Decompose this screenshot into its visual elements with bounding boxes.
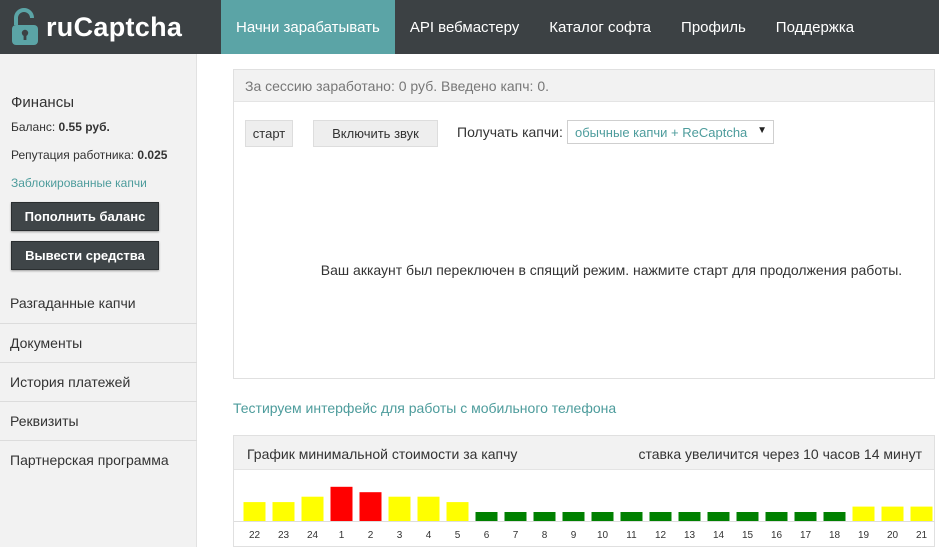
- sidebar-item-partner-program[interactable]: Партнерская программа: [0, 440, 197, 498]
- captcha-type-label: Получать капчи:: [457, 124, 563, 140]
- reputation-value: 0.025: [137, 148, 168, 162]
- withdraw-funds-button[interactable]: Вывести средства: [11, 241, 159, 270]
- chart-bar: [678, 512, 701, 521]
- chart-tick-label: 21: [916, 530, 928, 541]
- chart-bar: [852, 506, 875, 521]
- chart-bar: [649, 512, 672, 521]
- price-bar-chart: 22 23 24 1 2 3 4 5 6 7 8 9 10 11 12 13 14 15 16 17 18 19 20 21: [234, 486, 934, 541]
- chart-tick-label: 7: [513, 530, 519, 541]
- price-chart-panel: График минимальной стоимости за капчу ст…: [233, 435, 935, 547]
- nav-software-catalog[interactable]: Каталог софта: [534, 0, 666, 54]
- chart-tick-label: 15: [742, 530, 754, 541]
- chart-bar: [591, 512, 614, 521]
- nav-start-earning[interactable]: Начни зарабатывать: [221, 0, 395, 54]
- reputation-line: Репутация работника: 0.025: [11, 148, 196, 162]
- nav-profile[interactable]: Профиль: [666, 0, 761, 54]
- chart-bar: [475, 512, 498, 521]
- chart-header: График минимальной стоимости за капчу ст…: [234, 436, 934, 470]
- chart-bar: [794, 512, 817, 521]
- finances-title: Финансы: [11, 94, 74, 111]
- chart-tick-label: 5: [455, 530, 461, 541]
- main-nav: Начни зарабатывать API вебмастеру Катало…: [221, 0, 869, 54]
- sidebar-item-payment-history[interactable]: История платежей: [0, 362, 197, 401]
- nav-support[interactable]: Поддержка: [761, 0, 869, 54]
- chart-bar: [243, 502, 266, 521]
- chart-bar: [446, 502, 469, 521]
- work-panel: За сессию заработано: 0 руб. Введено кап…: [233, 69, 935, 379]
- side-menu: Разгаданные капчи Документы История плат…: [0, 284, 197, 498]
- nav-api[interactable]: API вебмастеру: [395, 0, 534, 54]
- chart-bar: [388, 496, 411, 521]
- chart-bar: [272, 502, 295, 521]
- chart-tick-label: 11: [626, 530, 637, 541]
- chart-bar: [823, 512, 846, 521]
- chart-tick-label: 13: [684, 530, 696, 541]
- finances-block: Финансы Баланс: 0.55 руб. Репутация рабо…: [0, 54, 196, 270]
- chart-bar: [504, 512, 527, 521]
- balance-line: Баланс: 0.55 руб.: [11, 120, 196, 134]
- chart-tick-label: 23: [278, 530, 290, 541]
- mobile-interface-link[interactable]: Тестируем интерфейс для работы с мобильн…: [233, 400, 616, 416]
- sidebar-item-requisites[interactable]: Реквизиты: [0, 401, 197, 440]
- reputation-label: Репутация работника:: [11, 148, 135, 162]
- chart-tick-label: 2: [368, 530, 374, 541]
- chart-bar: [330, 486, 353, 521]
- chart-tick-label: 3: [397, 530, 403, 541]
- logo-text: ruCaptcha: [46, 11, 183, 42]
- chart-bar: [910, 506, 933, 521]
- chart-bar: [736, 512, 759, 521]
- session-summary: За сессию заработано: 0 руб. Введено кап…: [234, 70, 934, 102]
- enable-sound-button[interactable]: Включить звук: [313, 120, 438, 147]
- caret-down-icon: ▼: [757, 125, 767, 136]
- chart-tick-label: 8: [542, 530, 548, 541]
- chart-tick-label: 18: [829, 530, 841, 541]
- chart-tick-label: 19: [858, 530, 870, 541]
- chart-bar: [765, 512, 788, 521]
- chart-tick-label: 9: [571, 530, 577, 541]
- blocked-captchas-link[interactable]: Заблокированные капчи: [11, 176, 196, 190]
- topup-balance-button[interactable]: Пополнить баланс: [11, 202, 159, 231]
- chart-tick-label: 1: [339, 530, 345, 541]
- chart-tick-label: 20: [887, 530, 899, 541]
- start-button[interactable]: старт: [245, 120, 293, 147]
- balance-value: 0.55 руб.: [58, 120, 110, 134]
- logo[interactable]: ruCaptcha: [0, 0, 221, 54]
- chart-bar: [620, 512, 643, 521]
- chart-tick-label: 16: [771, 530, 783, 541]
- sidebar-item-documents[interactable]: Документы: [0, 323, 197, 362]
- chart-tick-label: 12: [655, 530, 667, 541]
- chart-bar: [707, 512, 730, 521]
- chart-bar: [533, 512, 556, 521]
- top-header: ruCaptcha Начни зарабатывать API вебмаст…: [0, 0, 939, 54]
- balance-label: Баланс:: [11, 120, 56, 134]
- chart-tick-label: 24: [307, 530, 319, 541]
- captcha-type-select[interactable]: обычные капчи + ReCaptcha ▼: [567, 120, 774, 144]
- rate-increase-notice: ставка увеличится через 10 часов 14 мину…: [638, 446, 922, 462]
- chart-title: График минимальной стоимости за капчу: [247, 446, 518, 462]
- chart-bar: [301, 496, 324, 521]
- captcha-type-value: обычные капчи + ReCaptcha: [575, 125, 748, 140]
- chart-bar: [881, 506, 904, 521]
- sidebar: Финансы Баланс: 0.55 руб. Репутация рабо…: [0, 54, 197, 547]
- chart-tick-label: 4: [426, 530, 432, 541]
- chart-bar: [417, 496, 440, 521]
- chart-tick-label: 17: [800, 530, 812, 541]
- chart-tick-label: 10: [597, 530, 609, 541]
- sleep-mode-message: Ваш аккаунт был переключен в спящий режи…: [320, 262, 903, 278]
- chart-tick-label: 14: [713, 530, 725, 541]
- chart-bar: [359, 492, 382, 521]
- padlock-icon: [10, 7, 40, 47]
- sidebar-item-solved-captchas[interactable]: Разгаданные капчи: [0, 284, 197, 323]
- chart-tick-label: 22: [249, 530, 261, 541]
- chart-tick-label: 6: [484, 530, 490, 541]
- chart-bar: [562, 512, 585, 521]
